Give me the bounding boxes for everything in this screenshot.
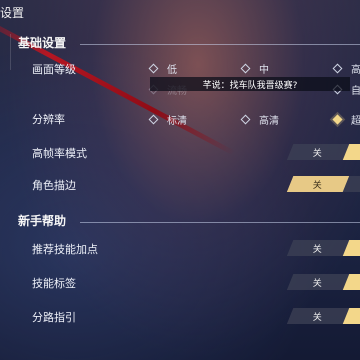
radio-diamond-icon — [332, 63, 343, 74]
radio-diamond-icon — [148, 114, 159, 125]
quality-option-high[interactable]: 高 — [332, 61, 360, 76]
radio-diamond-icon — [148, 63, 159, 74]
recommend-skill-toggle[interactable]: 关 — [286, 240, 360, 256]
resolution-option-ultra[interactable]: 超 — [332, 112, 360, 127]
quality-option-medium[interactable]: 中 — [240, 61, 269, 76]
toggle-off-label: 关 — [313, 148, 323, 159]
toggle-off-label: 关 — [313, 312, 323, 323]
outline-toggle[interactable]: 关 — [286, 176, 360, 192]
section-title-basic: 基础设置 — [18, 36, 67, 50]
toggle-off-label: 关 — [313, 244, 323, 255]
high-fps-label: 高帧率模式 — [32, 147, 87, 160]
skill-tag-label: 技能标签 — [32, 277, 76, 290]
toggle-off-label: 关 — [313, 180, 323, 191]
section-divider-newbie — [80, 222, 360, 223]
page-title: 设置 — [0, 6, 25, 20]
radio-diamond-selected-icon — [332, 114, 343, 125]
radio-diamond-icon — [240, 114, 251, 125]
quality-option-low[interactable]: 低 — [148, 61, 177, 76]
skill-tag-toggle[interactable]: 关 — [286, 274, 360, 290]
resolution-option-sd[interactable]: 标清 — [148, 112, 187, 127]
section-title-newbie: 新手帮助 — [18, 214, 67, 228]
outline-label: 角色描边 — [32, 179, 76, 192]
high-fps-toggle[interactable]: 关 — [286, 144, 360, 160]
radio-diamond-icon — [240, 63, 251, 74]
section-divider-basic — [80, 44, 360, 45]
resolution-label: 分辨率 — [32, 113, 65, 126]
quality-label: 画面等级 — [32, 63, 76, 76]
resolution-option-hd[interactable]: 高清 — [240, 112, 279, 127]
recommend-skill-label: 推荐技能加点 — [32, 243, 98, 256]
lane-guide-label: 分路指引 — [32, 311, 76, 324]
chat-broadcast-banner: 芊说：找车队我晋级赛? — [150, 77, 350, 91]
lane-guide-toggle[interactable]: 关 — [286, 308, 360, 324]
side-panel-edge — [0, 34, 11, 70]
toggle-off-label: 关 — [313, 278, 323, 289]
